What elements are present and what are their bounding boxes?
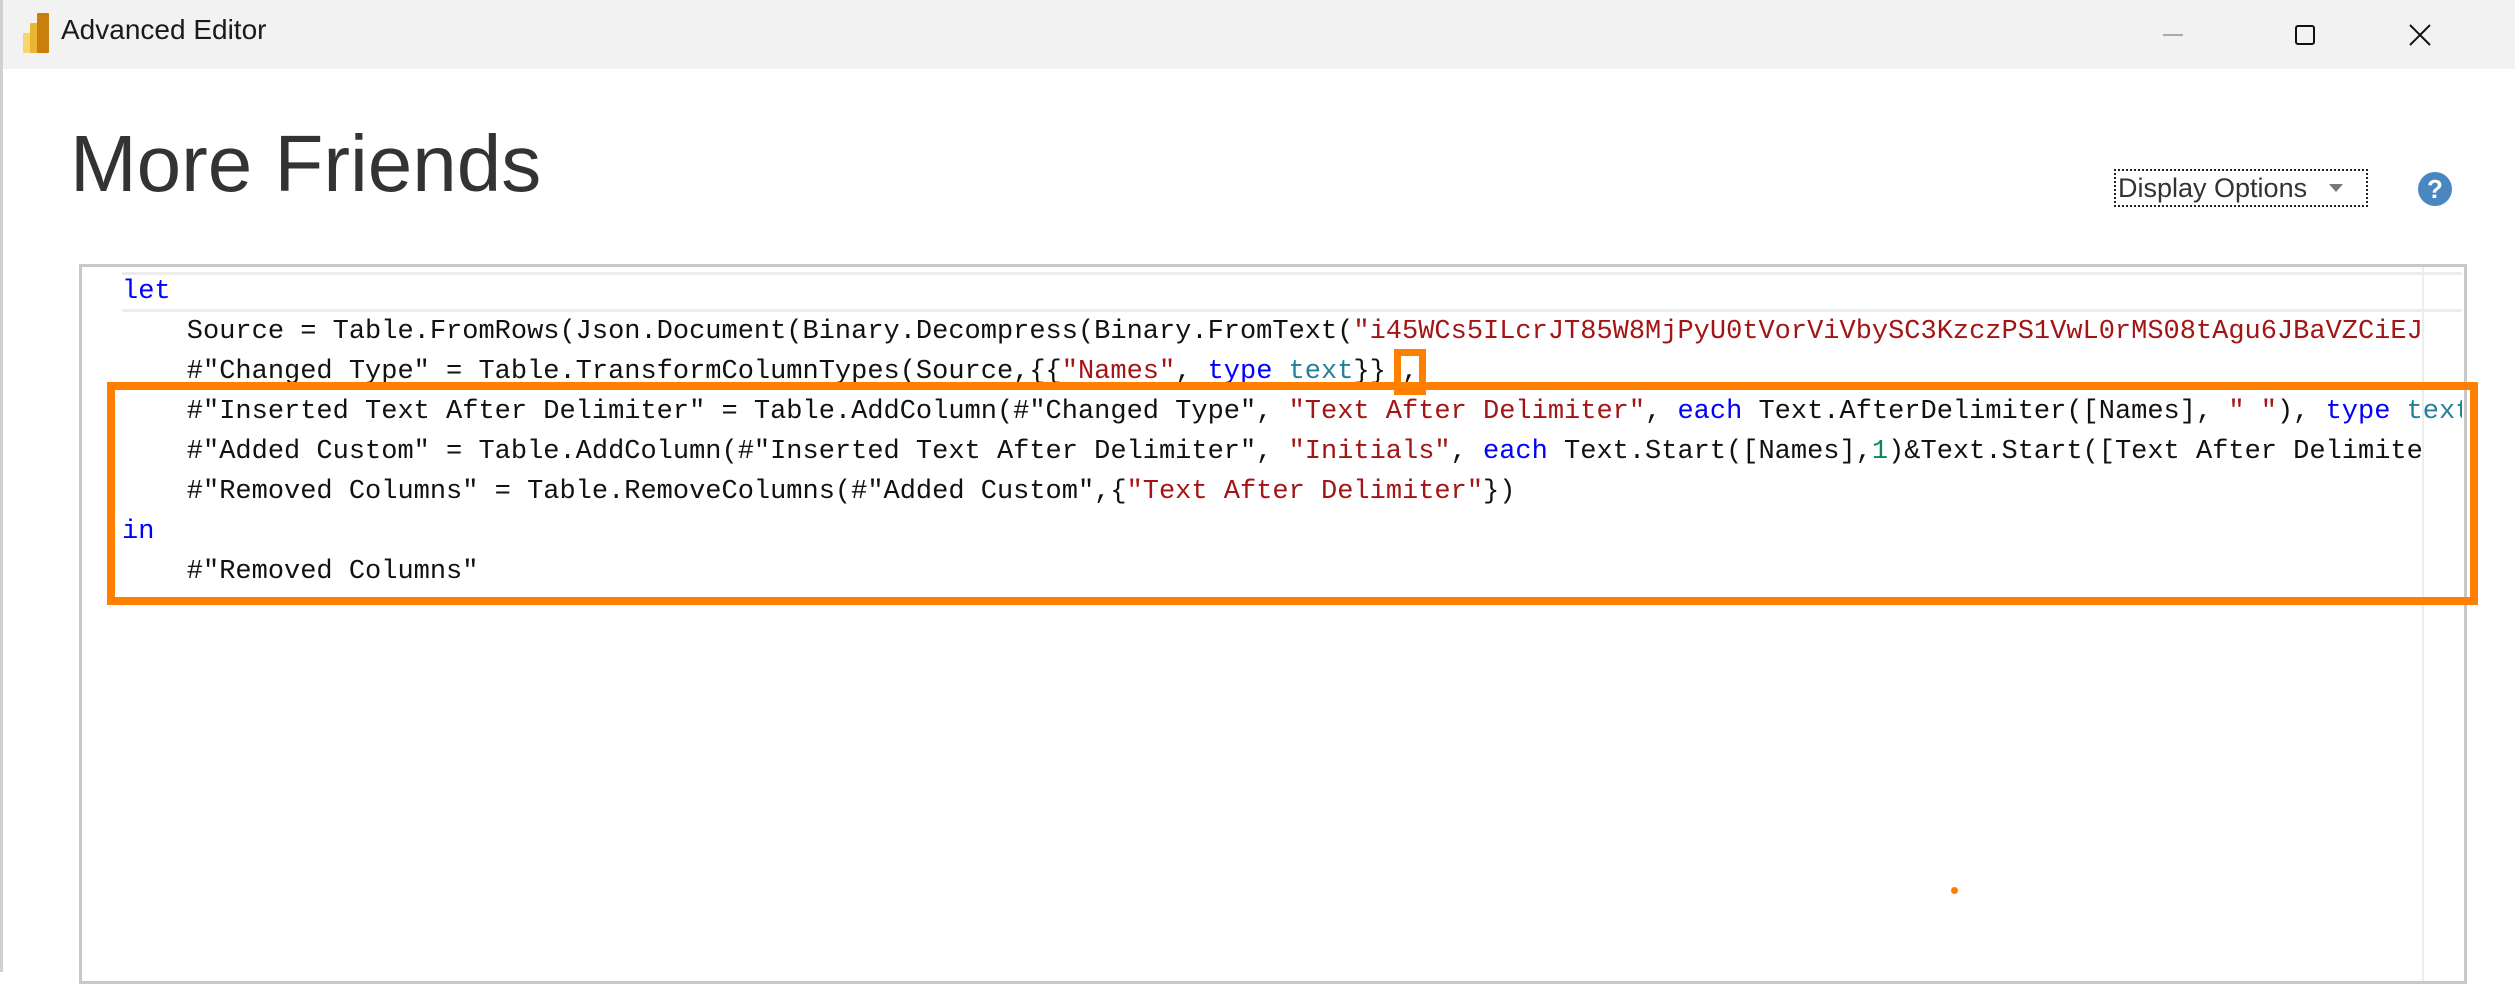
highlighted-comma: , (1393, 349, 1427, 395)
code-token: "Text After Delimiter" (1126, 477, 1484, 507)
code-token: Text.Start([Names], (1547, 437, 1872, 467)
code-token: type (2325, 397, 2391, 427)
chevron-down-icon (2329, 184, 2344, 192)
code-token: , (1645, 397, 1678, 427)
code-token: Source = Table.FromRows(Json.Document(Bi… (122, 317, 1354, 347)
code-token: }) (1483, 477, 1516, 507)
code-token: }} (1353, 357, 1403, 387)
annotation-dot (1951, 887, 1958, 894)
code-line[interactable]: #"Added Custom" = Table.AddColumn(#"Inse… (122, 432, 2462, 472)
query-name-heading: More Friends (70, 119, 542, 208)
maximize-icon (2295, 24, 2315, 45)
close-button[interactable] (2365, 0, 2475, 69)
minimize-button[interactable] (2118, 0, 2228, 69)
code-token: "Initials" (1288, 437, 1451, 467)
code-token: Text.AfterDelimiter([Names], (1742, 397, 2229, 427)
code-token: type (1207, 357, 1273, 387)
code-token: #"Changed Type" = Table.TransformColumnT… (122, 357, 1062, 387)
code-editor[interactable]: let Source = Table.FromRows(Json.Documen… (79, 264, 2467, 984)
window-title: Advanced Editor (61, 14, 267, 45)
code-token: text (1288, 357, 1354, 387)
code-line[interactable]: #"Removed Columns" (122, 552, 2462, 592)
minimize-icon (2163, 33, 2183, 36)
maximize-button[interactable] (2250, 0, 2360, 69)
code-token: #"Added Custom" = Table.AddColumn(#"Inse… (122, 437, 1289, 467)
close-icon (2409, 23, 2431, 46)
code-token: #"Removed Columns" = Table.RemoveColumns… (122, 477, 1127, 507)
code-token: in (122, 517, 155, 547)
code-token: 1 (1871, 437, 1889, 467)
code-token: ), (2276, 397, 2326, 427)
code-token: " " (2228, 397, 2277, 427)
code-token: #"Removed Columns" (122, 557, 479, 587)
title-bar: Advanced Editor (3, 0, 2515, 69)
help-icon[interactable]: ? (2418, 172, 2452, 206)
code-line[interactable]: Source = Table.FromRows(Json.Document(Bi… (122, 312, 2462, 352)
code-token: each (1483, 437, 1548, 467)
code-token: "i45WCs5ILcrJT85W8MjPyU0tVorViVbySC3Kzcz… (1353, 317, 2423, 347)
code-line[interactable]: in (122, 512, 2462, 552)
display-options-dropdown[interactable]: Display Options (2114, 169, 2368, 207)
code-content[interactable]: let Source = Table.FromRows(Json.Documen… (122, 272, 2462, 592)
code-token: let (122, 277, 171, 307)
code-token: "Text After Delimiter" (1288, 397, 1646, 427)
code-token: #"Inserted Text After Delimiter" = Table… (122, 397, 1289, 427)
code-line[interactable]: #"Removed Columns" = Table.RemoveColumns… (122, 472, 2462, 512)
code-line[interactable]: #"Changed Type" = Table.TransformColumnT… (122, 349, 2462, 395)
code-token: text (2406, 397, 2462, 427)
code-line[interactable]: let (122, 272, 2462, 312)
code-token: , (1175, 357, 1208, 387)
window-border (0, 0, 3, 972)
power-bi-logo-icon (23, 13, 49, 53)
code-line[interactable]: #"Inserted Text After Delimiter" = Table… (122, 392, 2462, 432)
code-token: )&Text.Start([Text After Delimite (1888, 437, 2423, 467)
code-token: each (1677, 397, 1743, 427)
code-token: , (1450, 437, 1484, 467)
display-options-label: Display Options (2118, 172, 2308, 203)
code-token: "Names" (1061, 357, 1176, 387)
